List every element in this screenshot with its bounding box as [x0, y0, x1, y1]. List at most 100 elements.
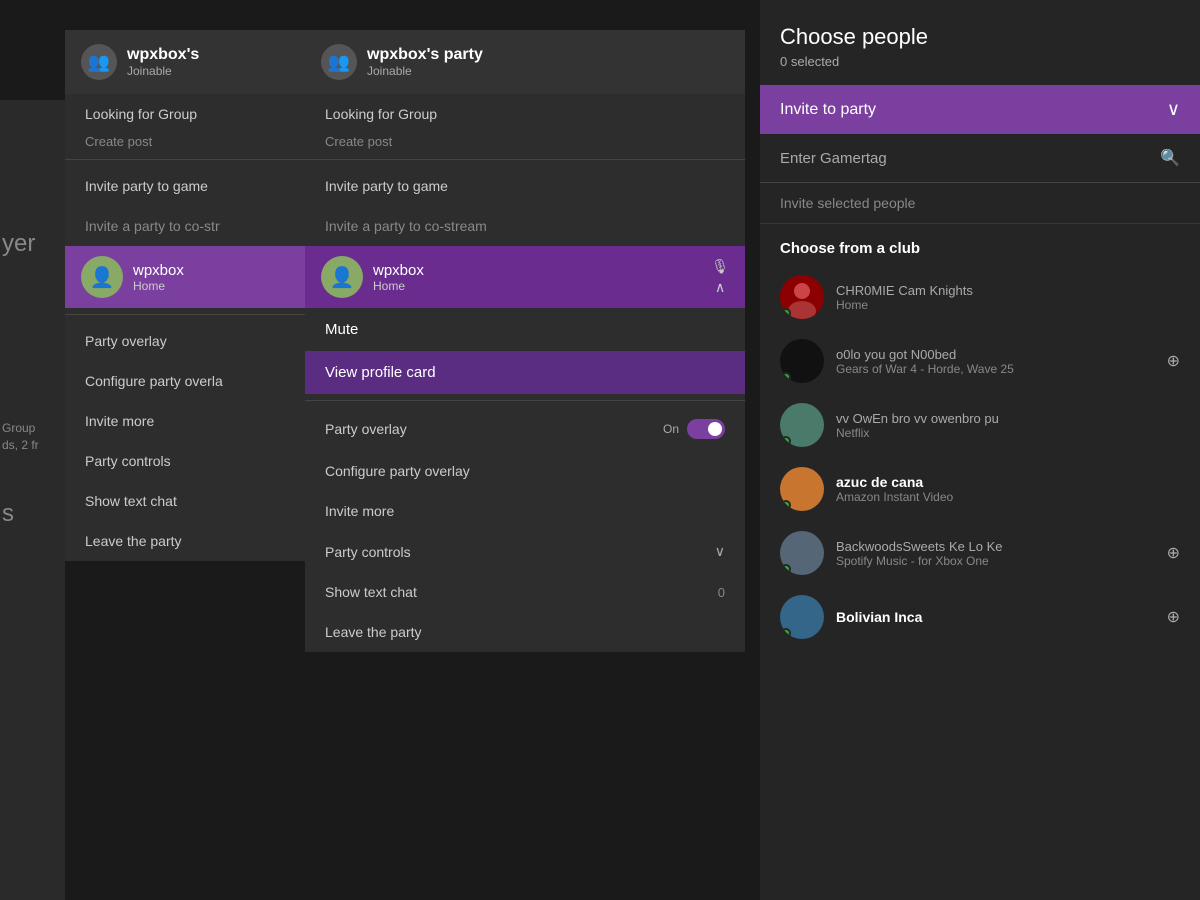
panel2-lfg[interactable]: Looking for Group [305, 94, 745, 134]
panel2-header-info: wpxbox's party Joinable [367, 46, 483, 78]
panel2-leave-party[interactable]: Leave the party [305, 612, 745, 652]
panel2-member-status: Home [373, 279, 701, 293]
panel1-avatar-icon: 👥 [81, 44, 117, 80]
friend-info-bolivian: Bolivian Inca [836, 609, 1155, 625]
azuc-status: Amazon Instant Video [836, 490, 1180, 504]
panel1-create-post[interactable]: Create post [65, 134, 315, 153]
panel1-divider1 [65, 159, 315, 160]
owen-name: vv OwEn bro vv owenbro pu [836, 410, 1180, 426]
panel1-header-status: Joinable [127, 64, 199, 78]
panel1-header: 👥 wpxbox's Joinable [65, 30, 315, 94]
panel2-create-post[interactable]: Create post [305, 134, 745, 153]
friend-avatar-owen [780, 403, 824, 447]
chromie-name: CHR0MIE Cam Knights [836, 282, 1180, 298]
mic-icon: 🎙 [711, 258, 729, 275]
panel2-show-text-chat[interactable]: Show text chat 0 [305, 572, 745, 612]
panel2-divider2 [305, 400, 745, 401]
friend-avatar-o0lo [780, 339, 824, 383]
panel1-party-overlay[interactable]: Party overlay [65, 321, 315, 361]
panel1-configure-overlay[interactable]: Configure party overla [65, 361, 315, 401]
group-label: Groupds, 2 fr [2, 420, 39, 454]
panel1-show-text-chat[interactable]: Show text chat [65, 481, 315, 521]
yer-label: yer [2, 230, 35, 258]
bolivian-invite-icon[interactable]: ⊕ [1167, 607, 1180, 627]
owen-online-dot [781, 436, 791, 446]
friend-info-chromie: CHR0MIE Cam Knights Home [836, 282, 1180, 312]
panel1-member-info: wpxbox Home [133, 262, 299, 293]
chromie-online-dot [781, 308, 791, 318]
panel1-party-controls[interactable]: Party controls [65, 441, 315, 481]
search-gamertag-row: Enter Gamertag 🔍 [760, 134, 1200, 183]
panel2-avatar-icon: 👥 [321, 44, 357, 80]
panel2-header-name: wpxbox's party [367, 46, 483, 64]
backwoods-name: BackwoodsSweets Ke Lo Ke [836, 538, 1155, 554]
panel2-party-controls[interactable]: Party controls ∨ [305, 531, 745, 572]
friend-item-owen[interactable]: vv OwEn bro vv owenbro pu Netflix [760, 393, 1200, 457]
left-edge-panel: yer Groupds, 2 fr s [0, 100, 65, 900]
panel2-member-wpxbox[interactable]: 👤 wpxbox Home 🎙 ∧ [305, 246, 745, 308]
owen-status: Netflix [836, 426, 1180, 440]
panel2-invite-more[interactable]: Invite more [305, 491, 745, 531]
panel1-member-wpxbox[interactable]: 👤 wpxbox Home [65, 246, 315, 308]
choose-from-club-title: Choose from a club [760, 224, 1200, 265]
friend-item-o0lo[interactable]: o0lo you got N00bed Gears of War 4 - Hor… [760, 329, 1200, 393]
friend-info-azuc: azuc de cana Amazon Instant Video [836, 474, 1180, 504]
search-icon[interactable]: 🔍 [1160, 148, 1180, 168]
friend-info-backwoods: BackwoodsSweets Ke Lo Ke Spotify Music -… [836, 538, 1155, 568]
bolivian-name: Bolivian Inca [836, 609, 1155, 625]
o0lo-name: o0lo you got N00bed [836, 346, 1155, 362]
panel1-member-avatar: 👤 [81, 256, 123, 298]
friend-avatar-azuc [780, 467, 824, 511]
chevron-up-icon: ∧ [715, 279, 725, 296]
panel2-costream[interactable]: Invite a party to co-stream [305, 206, 745, 246]
friend-item-backwoods[interactable]: BackwoodsSweets Ke Lo Ke Spotify Music -… [760, 521, 1200, 585]
panel1-member-name: wpxbox [133, 262, 299, 279]
panel2-configure-overlay[interactable]: Configure party overlay [305, 451, 745, 491]
friend-item-chromie[interactable]: CHR0MIE Cam Knights Home [760, 265, 1200, 329]
panel2-member-info: wpxbox Home [373, 262, 701, 293]
party-controls-chevron-icon: ∨ [715, 543, 725, 560]
s-label: s [2, 500, 14, 528]
panel2-view-profile[interactable]: View profile card [305, 351, 745, 394]
o0lo-invite-icon[interactable]: ⊕ [1167, 351, 1180, 371]
panel2-party-overlay-label: Party overlay [325, 421, 407, 437]
text-chat-badge: 0 [718, 585, 725, 600]
azuc-online-dot [781, 500, 791, 510]
backwoods-online-dot [781, 564, 791, 574]
backwoods-invite-icon[interactable]: ⊕ [1167, 543, 1180, 563]
panel1-divider2 [65, 314, 315, 315]
panel2-dropdown: 👥 wpxbox's party Joinable Looking for Gr… [305, 30, 745, 652]
panel1-dropdown: 👥 wpxbox's Joinable Looking for Group Cr… [65, 30, 315, 561]
panel1-header-info: wpxbox's Joinable [127, 46, 199, 78]
panel2-member-name: wpxbox [373, 262, 701, 279]
friend-item-azuc[interactable]: azuc de cana Amazon Instant Video [760, 457, 1200, 521]
chromie-status: Home [836, 298, 1180, 312]
panel2-overlay-toggle[interactable] [687, 419, 725, 439]
panel1-costream[interactable]: Invite a party to co-str [65, 206, 315, 246]
o0lo-status: Gears of War 4 - Horde, Wave 25 [836, 362, 1155, 376]
panel1-leave-party[interactable]: Leave the party [65, 521, 315, 561]
panel1-lfg[interactable]: Looking for Group [65, 94, 315, 134]
panel2-member-icons: 🎙 ∧ [711, 258, 729, 296]
invite-dropdown[interactable]: Invite to party ∨ [760, 85, 1200, 134]
o0lo-online-dot [781, 372, 791, 382]
friend-avatar-chromie [780, 275, 824, 319]
panel2-header-status: Joinable [367, 64, 483, 78]
azuc-name: azuc de cana [836, 474, 1180, 490]
choose-people-title: Choose people [760, 0, 1200, 54]
panel1-header-name: wpxbox's [127, 46, 199, 64]
friend-avatar-backwoods [780, 531, 824, 575]
friend-info-owen: vv OwEn bro vv owenbro pu Netflix [836, 410, 1180, 440]
panel2-overlay-on-label: On [663, 422, 679, 436]
panel1-member-status: Home [133, 279, 299, 293]
panel2-divider1 [305, 159, 745, 160]
panel2-party-overlay-row: Party overlay On [305, 407, 745, 451]
panel3-choose-people: Choose people 0 selected Invite to party… [760, 0, 1200, 900]
panel2-invite-game[interactable]: Invite party to game [305, 166, 745, 206]
friend-item-bolivian[interactable]: Bolivian Inca ⊕ [760, 585, 1200, 649]
panel2-member-avatar: 👤 [321, 256, 363, 298]
panel2-mute[interactable]: Mute [305, 308, 745, 351]
invite-dropdown-chevron-icon: ∨ [1167, 99, 1180, 120]
panel1-invite-more[interactable]: Invite more [65, 401, 315, 441]
panel1-invite-game[interactable]: Invite party to game [65, 166, 315, 206]
